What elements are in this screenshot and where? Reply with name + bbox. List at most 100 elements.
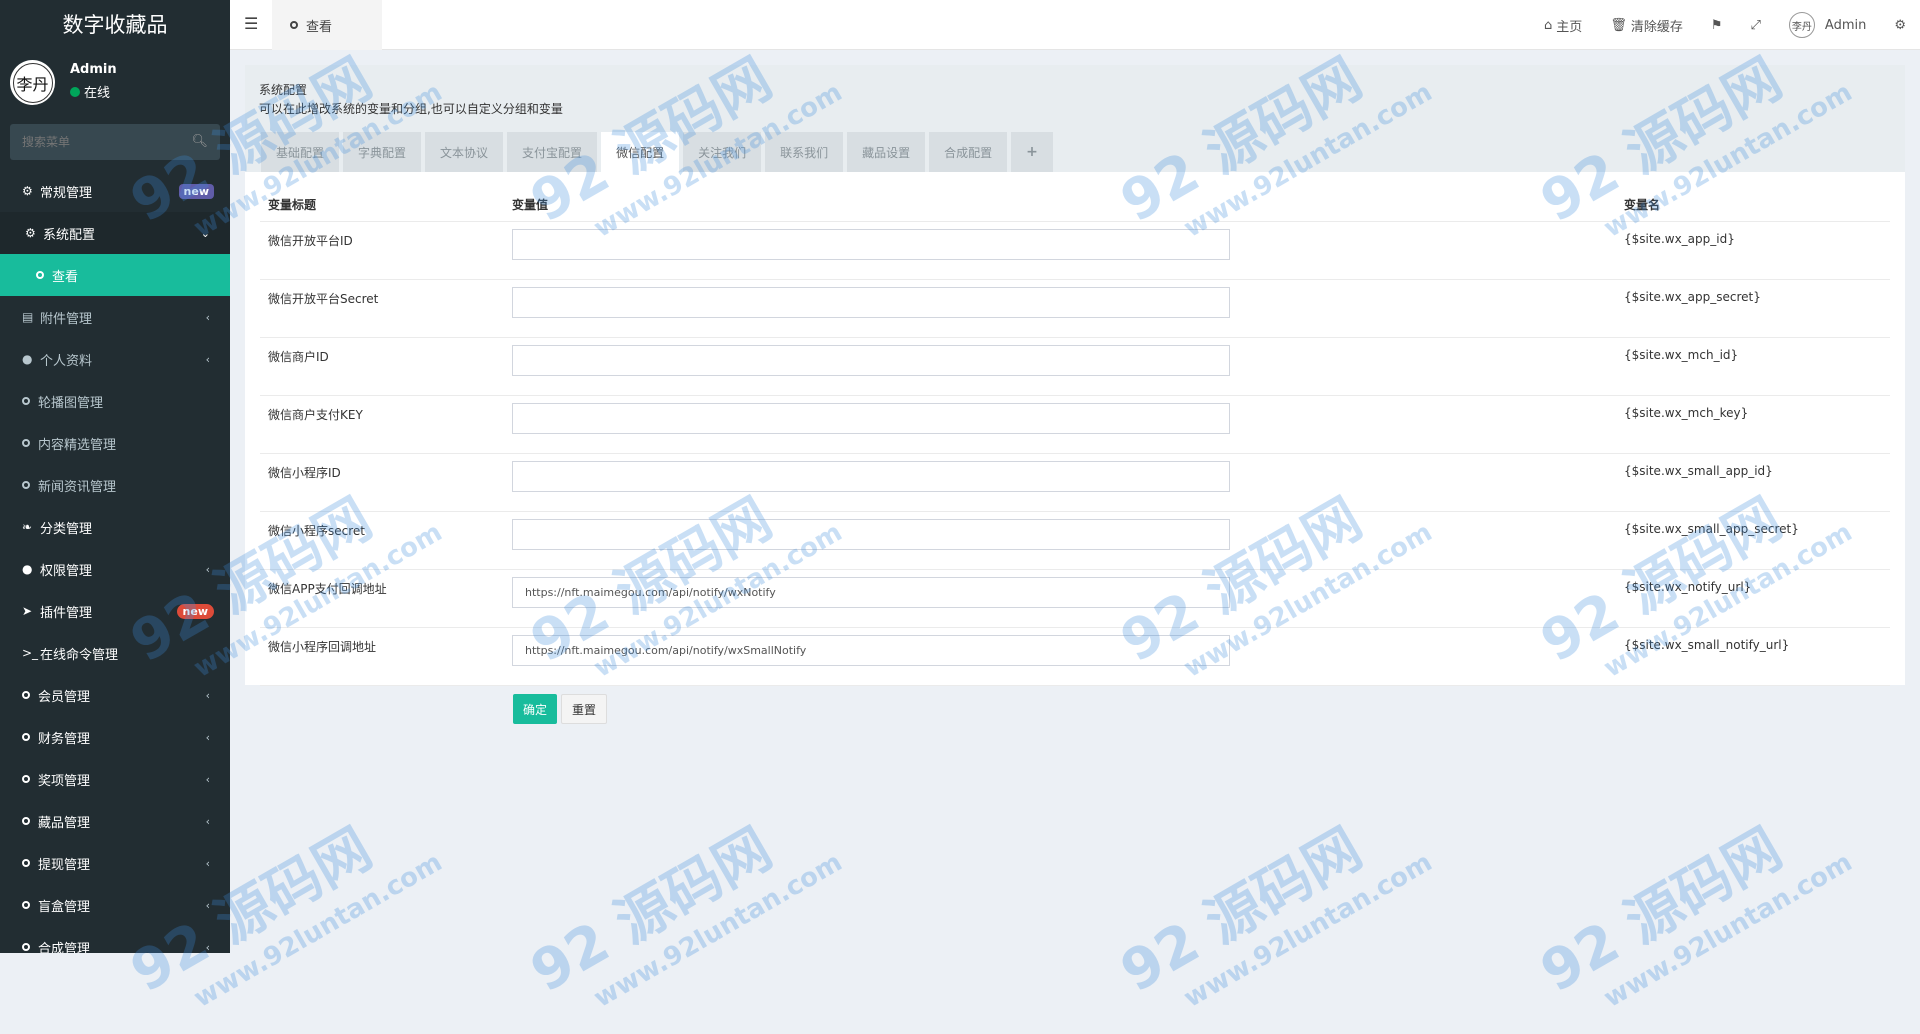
circle-icon xyxy=(22,817,30,825)
home-label: 主页 xyxy=(1556,19,1583,35)
tab-basic-config[interactable]: 基础配置 xyxy=(261,132,340,172)
search-icon[interactable]: 🔍︎ xyxy=(191,134,208,149)
chevron-left-icon: ‹ xyxy=(205,688,210,702)
sidebar-item-profile[interactable]: ● 个人资料 ‹ xyxy=(0,338,230,380)
chevron-left-icon: ‹ xyxy=(205,310,210,324)
gear-icon: ⚙ xyxy=(25,226,36,240)
panel-header: 系统配置 可以在此增改系统的变量和分组,也可以自定义分组和变量 基础配置 字典配… xyxy=(245,65,1905,172)
form-actions: 确定 重置 xyxy=(513,694,1905,724)
config-table: 变量标题 变量值 变量名 微信开放平台ID {$site.wx_app_id} … xyxy=(260,187,1890,686)
menu-toggle-icon[interactable]: ☰ xyxy=(244,14,258,33)
trash-icon: 🗑︎ xyxy=(1610,17,1627,33)
table-row: 微信小程序secret {$site.wx_small_app_secret} xyxy=(260,511,1890,570)
clear-cache-link[interactable]: 🗑︎ 清除缓存 xyxy=(1596,16,1697,35)
watermark: 92 源码网 www.92luntan.com xyxy=(1530,816,1858,1014)
tab-text-protocol[interactable]: 文本协议 xyxy=(425,132,504,172)
wx-app-secret-input[interactable] xyxy=(512,287,1230,318)
variable-title: 微信开放平台Secret xyxy=(260,279,504,338)
user-icon: ● xyxy=(22,352,33,366)
sidebar-item-label: 会员管理 xyxy=(38,689,91,705)
variable-title: 微信商户ID xyxy=(260,337,504,396)
sidebar-item-label: 新闻资讯管理 xyxy=(38,479,117,495)
wx-small-app-secret-input[interactable] xyxy=(512,519,1230,550)
wx-mch-key-input[interactable] xyxy=(512,403,1230,434)
tab-view[interactable]: 查看 xyxy=(272,0,382,50)
tab-follow-us[interactable]: 关注我们 xyxy=(683,132,762,172)
sidebar-item-permissions[interactable]: ● 权限管理 ‹ xyxy=(0,548,230,590)
chevron-down-icon: ⌄ xyxy=(200,226,210,240)
add-tab-button[interactable]: + xyxy=(1011,132,1053,172)
variable-name: {$site.wx_mch_key} xyxy=(1616,395,1890,454)
sidebar-item-collections[interactable]: 藏品管理 ‹ xyxy=(0,800,230,842)
tab-label: 查看 xyxy=(306,19,333,35)
avatar: 李丹 xyxy=(10,60,55,105)
sidebar-item-finance[interactable]: 财务管理 ‹ xyxy=(0,716,230,758)
circle-icon xyxy=(22,733,30,741)
wx-mch-id-input[interactable] xyxy=(512,345,1230,376)
table-row: 微信开放平台Secret {$site.wx_app_secret} xyxy=(260,279,1890,338)
sidebar-item-blindbox[interactable]: 盲盒管理 ‹ xyxy=(0,884,230,926)
cogs-icon: ⚙ xyxy=(22,184,33,198)
variable-title: 微信APP支付回调地址 xyxy=(260,569,504,628)
tab-collection-settings[interactable]: 藏品设置 xyxy=(847,132,926,172)
sidebar-item-featured[interactable]: 内容精选管理 xyxy=(0,422,230,464)
tab-alipay-config[interactable]: 支付宝配置 xyxy=(507,132,598,172)
tab-synthesis-config[interactable]: 合成配置 xyxy=(929,132,1008,172)
variable-name: {$site.wx_app_id} xyxy=(1616,221,1890,280)
sidebar-item-label: 系统配置 xyxy=(43,227,96,243)
circle-icon xyxy=(290,21,298,29)
admin-menu[interactable]: 李丹 Admin xyxy=(1775,12,1880,38)
sidebar-item-label: 奖项管理 xyxy=(38,773,91,789)
sidebar-item-plugins[interactable]: ➤ 插件管理 new xyxy=(0,590,230,632)
circle-icon xyxy=(22,439,30,447)
circle-icon xyxy=(36,271,44,279)
sidebar-item-view[interactable]: 查看 xyxy=(0,254,230,296)
app-logo-title[interactable]: 数字收藏品 xyxy=(0,0,230,50)
sidebar-item-category[interactable]: ❧ 分类管理 xyxy=(0,506,230,548)
confirm-button[interactable]: 确定 xyxy=(513,694,558,724)
group-icon: ● xyxy=(22,562,33,576)
wx-small-app-id-input[interactable] xyxy=(512,461,1230,492)
variable-name: {$site.wx_small_app_secret} xyxy=(1616,511,1890,570)
tab-dictionary-config[interactable]: 字典配置 xyxy=(343,132,422,172)
home-link[interactable]: ⌂ 主页 xyxy=(1530,16,1596,35)
reset-button[interactable]: 重置 xyxy=(561,694,608,724)
wx-small-notify-url-input[interactable] xyxy=(512,635,1230,666)
variable-name: {$site.wx_notify_url} xyxy=(1616,569,1890,628)
sidebar-item-label: 个人资料 xyxy=(40,353,93,369)
sidebar-item-carousel[interactable]: 轮播图管理 xyxy=(0,380,230,422)
sidebar-item-synthesis[interactable]: 合成管理 ‹ xyxy=(0,926,230,953)
chevron-left-icon: ‹ xyxy=(205,856,210,870)
menu-search-input[interactable] xyxy=(10,124,204,160)
avatar-small: 李丹 xyxy=(1788,12,1815,38)
sidebar-item-system-config[interactable]: ⚙ 系统配置 ⌄ xyxy=(0,212,230,254)
sidebar-item-news[interactable]: 新闻资讯管理 xyxy=(0,464,230,506)
sidebar-item-members[interactable]: 会员管理 ‹ xyxy=(0,674,230,716)
chevron-left-icon: ‹ xyxy=(205,898,210,912)
rocket-icon: ➤ xyxy=(22,604,33,618)
wx-notify-url-input[interactable] xyxy=(512,577,1230,608)
watermark: 92 源码网 www.92luntan.com xyxy=(520,816,848,1014)
sidebar-item-general[interactable]: ⚙ 常规管理 new xyxy=(0,170,230,212)
user-status: 在线 xyxy=(70,82,110,101)
config-panel: 系统配置 可以在此增改系统的变量和分组,也可以自定义分组和变量 基础配置 字典配… xyxy=(245,65,1905,724)
fullscreen-button[interactable]: ⤢ xyxy=(1737,18,1775,33)
sidebar: 数字收藏品 李丹 Admin 在线 🔍︎ ⚙ 常规管理 new ⚙ 系统配置 ⌄… xyxy=(0,0,230,953)
language-button[interactable]: ⚑ xyxy=(1697,18,1737,33)
sidebar-item-label: 盲盒管理 xyxy=(38,899,91,915)
sidebar-item-label: 在线命令管理 xyxy=(40,647,119,663)
wx-app-id-input[interactable] xyxy=(512,229,1230,260)
sidebar-item-withdraw[interactable]: 提现管理 ‹ xyxy=(0,842,230,884)
sidebar-item-label: 常规管理 xyxy=(40,185,93,201)
home-icon: ⌂ xyxy=(1544,17,1553,33)
sidebar-item-label: 内容精选管理 xyxy=(38,437,117,453)
settings-button[interactable]: ⚙ xyxy=(1880,18,1920,33)
tab-wechat-config[interactable]: 微信配置 xyxy=(601,132,680,172)
panel-title: 系统配置 xyxy=(259,83,308,97)
sidebar-item-awards[interactable]: 奖项管理 ‹ xyxy=(0,758,230,800)
tab-contact-us[interactable]: 联系我们 xyxy=(765,132,844,172)
sidebar-item-attachments[interactable]: ▤ 附件管理 ‹ xyxy=(0,296,230,338)
circle-icon xyxy=(22,859,30,867)
sidebar-item-label: 财务管理 xyxy=(38,731,91,747)
sidebar-item-command[interactable]: >_ 在线命令管理 xyxy=(0,632,230,674)
